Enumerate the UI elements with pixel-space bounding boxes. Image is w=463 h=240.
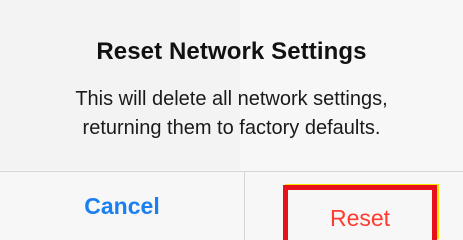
reset-network-alert: Reset Network Settings This will delete …: [0, 0, 463, 240]
alert-title: Reset Network Settings: [96, 38, 367, 65]
alert-message-line-1: This will delete all network settings,: [75, 88, 388, 110]
reset-button-label: Reset: [329, 204, 391, 231]
cancel-button[interactable]: Cancel: [0, 172, 244, 240]
alert-message: This will delete all network settings, r…: [0, 85, 463, 143]
reset-button[interactable]: Reset: [283, 185, 437, 240]
alert-message-line-2: returning them to factory defaults.: [82, 117, 381, 139]
cancel-button-label: Cancel: [84, 192, 160, 219]
button-divider-vertical: [244, 172, 245, 240]
